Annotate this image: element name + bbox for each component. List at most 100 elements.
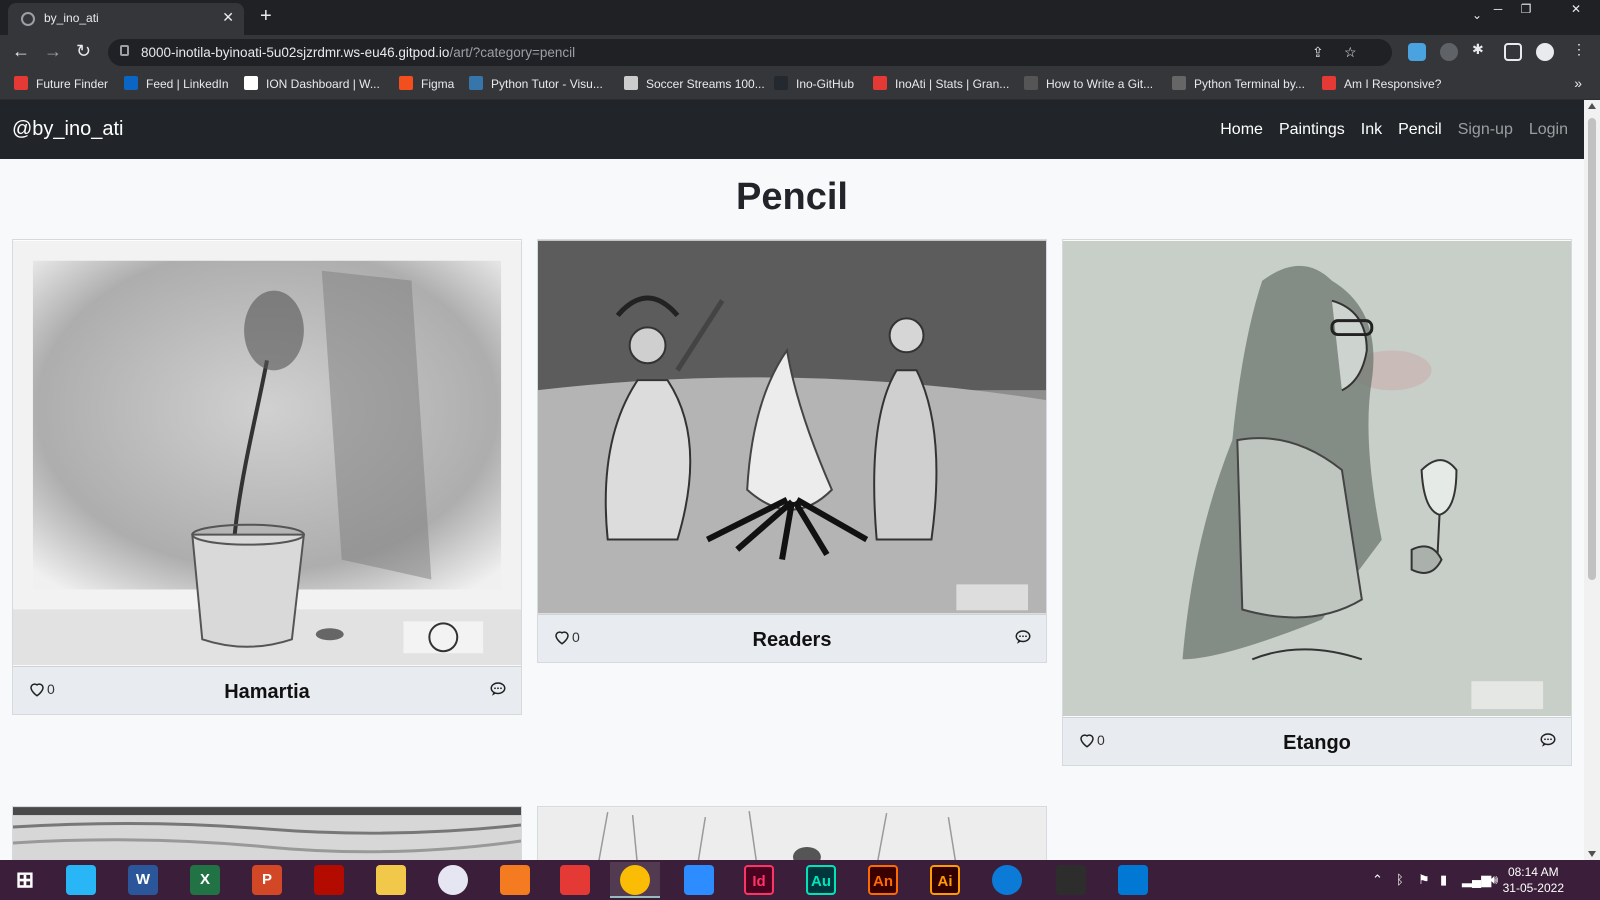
nav-home[interactable]: Home — [1220, 121, 1263, 139]
card-footer: 0 Hamartia — [13, 666, 521, 714]
taskbar-word-icon[interactable]: W — [128, 865, 158, 895]
bookmark-label: Am I Responsive? — [1344, 77, 1442, 91]
bookmark-item[interactable]: Figma — [399, 76, 454, 92]
comment-icon[interactable] — [1014, 628, 1032, 646]
bookmark-favicon-icon — [399, 76, 413, 90]
scroll-up-icon[interactable] — [1588, 103, 1596, 109]
taskbar-zoom-icon[interactable] — [684, 865, 714, 895]
site-navbar: @by_ino_ati Home Paintings Ink Pencil Si… — [0, 100, 1584, 159]
nav-ink[interactable]: Ink — [1361, 121, 1382, 139]
taskbar-audition-icon[interactable]: Au — [806, 865, 836, 895]
bookmark-favicon-icon — [469, 76, 483, 90]
bookmark-item[interactable]: InoAti | Stats | Gran... — [873, 76, 1009, 92]
taskbar-media-icon[interactable] — [560, 865, 590, 895]
taskbar-vscode-icon[interactable] — [1118, 865, 1148, 895]
page-title: Pencil — [736, 176, 848, 218]
bluetooth-icon[interactable]: ᛒ — [1396, 872, 1404, 887]
flag-icon[interactable]: ⚑ — [1418, 872, 1430, 888]
back-icon[interactable]: ← — [12, 41, 30, 62]
lock-icon — [120, 45, 129, 56]
battery-icon[interactable]: ▮ — [1440, 872, 1447, 888]
bookmark-item[interactable]: Feed | LinkedIn — [124, 76, 229, 92]
system-clock[interactable]: 08:14 AM 31-05-2022 — [1503, 864, 1564, 896]
tray-chevron-icon[interactable]: ⌃ — [1372, 872, 1383, 888]
clock-date: 31-05-2022 — [1502, 881, 1564, 895]
tab-search-icon[interactable]: ⌄ — [1472, 8, 1482, 22]
bookmark-item[interactable]: How to Write a Git... — [1024, 76, 1153, 92]
windows-logo-icon: ⊞ — [15, 867, 35, 892]
more-bookmarks-icon[interactable]: » — [1574, 75, 1582, 91]
bookmark-item[interactable]: Python Tutor - Visu... — [469, 76, 603, 92]
bookmark-item[interactable]: Python Terminal by... — [1172, 76, 1305, 92]
taskbar-edge-icon[interactable] — [992, 865, 1022, 895]
taskbar-itunes-icon[interactable] — [438, 865, 468, 895]
minimize-icon[interactable]: ─ — [1484, 0, 1512, 18]
artwork-image-partial-2[interactable] — [538, 807, 1046, 860]
menu-dots-icon[interactable]: ⋮ — [1572, 41, 1586, 58]
site-brand[interactable]: @by_ino_ati — [12, 118, 123, 141]
taskbar-powerpoint-icon[interactable]: P — [252, 865, 282, 895]
url-text: 8000-inotila-byinoati-5u02sjzrdmr.ws-eu4… — [141, 45, 575, 60]
extension-icon[interactable] — [1408, 43, 1426, 61]
forward-icon[interactable]: → — [44, 41, 62, 62]
new-tab-button[interactable]: + — [260, 5, 272, 28]
artwork-image-readers[interactable] — [538, 240, 1046, 614]
bookmark-item[interactable]: Future Finder — [14, 76, 108, 92]
art-card: 0 Hamartia — [12, 239, 522, 715]
bookmark-item[interactable]: Am I Responsive? — [1322, 76, 1441, 92]
artwork-image-hamartia[interactable] — [13, 240, 521, 666]
bookmark-label: Python Tutor - Visu... — [491, 77, 603, 91]
address-bar[interactable]: 8000-inotila-byinoati-5u02sjzrdmr.ws-eu4… — [108, 39, 1392, 66]
side-panel-icon[interactable] — [1504, 43, 1522, 61]
taskbar-vlc-icon[interactable] — [500, 865, 530, 895]
bookmark-label: Ino-GitHub — [796, 77, 855, 91]
page-scrollbar[interactable] — [1584, 100, 1600, 860]
scroll-thumb[interactable] — [1588, 118, 1596, 580]
taskbar-file-explorer-icon[interactable] — [376, 865, 406, 895]
globe-icon — [21, 12, 35, 26]
close-window-icon[interactable]: ✕ — [1562, 0, 1590, 18]
tab-title: by_ino_ati — [44, 11, 99, 25]
bookmark-star-icon[interactable]: ☆ — [1344, 44, 1357, 61]
nav-pencil[interactable]: Pencil — [1398, 121, 1442, 139]
taskbar-acrobat-icon[interactable] — [314, 865, 344, 895]
bookmark-item[interactable]: ION Dashboard | W... — [244, 76, 380, 92]
nav-signup[interactable]: Sign-up — [1458, 121, 1513, 139]
profile-avatar[interactable] — [1536, 43, 1554, 61]
bookmark-favicon-icon — [14, 76, 28, 90]
browser-toolbar: ← → ↻ 8000-inotila-byinoati-5u02sjzrdmr.… — [0, 35, 1600, 69]
taskbar-excel-icon[interactable]: X — [190, 865, 220, 895]
url-host: 8000-inotila-byinoati-5u02sjzrdmr.ws-eu4… — [141, 45, 450, 60]
browser-tab[interactable]: by_ino_ati ✕ — [8, 3, 244, 35]
comment-icon[interactable] — [489, 680, 507, 698]
taskbar-terminal-icon[interactable] — [1056, 865, 1086, 895]
bookmark-favicon-icon — [624, 76, 638, 90]
close-tab-icon[interactable]: ✕ — [222, 9, 234, 26]
taskbar-start-icon[interactable]: ⊞ — [10, 865, 40, 895]
taskbar-illustrator-icon[interactable]: Ai — [930, 865, 960, 895]
volume-icon[interactable]: 🔊︎ — [1490, 872, 1498, 888]
bookmark-item[interactable]: Ino-GitHub — [774, 76, 854, 92]
extension-w-icon[interactable] — [1440, 43, 1458, 61]
nav-paintings[interactable]: Paintings — [1279, 121, 1345, 139]
restore-icon[interactable]: ❐ — [1512, 0, 1540, 18]
scroll-down-icon[interactable] — [1588, 851, 1596, 857]
nav-login[interactable]: Login — [1529, 121, 1568, 139]
reload-icon[interactable]: ↻ — [76, 41, 91, 62]
taskbar-indesign-icon[interactable]: Id — [744, 865, 774, 895]
bookmark-item[interactable]: Soccer Streams 100... — [624, 76, 765, 92]
share-icon[interactable]: ⇪ — [1312, 44, 1324, 61]
artwork-title: Readers — [752, 629, 832, 651]
artwork-image-partial-1[interactable] — [13, 807, 521, 860]
taskbar-control-panel-icon[interactable] — [66, 865, 96, 895]
bookmark-label: Python Terminal by... — [1194, 77, 1305, 91]
taskbar-chrome-icon[interactable] — [620, 865, 650, 895]
artwork-image-etango[interactable] — [1063, 240, 1571, 717]
wifi-icon[interactable]: ▂▄▆ — [1462, 872, 1491, 888]
bookmark-favicon-icon — [1322, 76, 1336, 90]
bookmark-label: ION Dashboard | W... — [266, 77, 380, 91]
comment-icon[interactable] — [1539, 731, 1557, 749]
taskbar-animate-icon[interactable]: An — [868, 865, 898, 895]
artwork-title: Etango — [1283, 732, 1351, 754]
puzzle-extensions-icon[interactable]: ✱ — [1472, 41, 1484, 58]
